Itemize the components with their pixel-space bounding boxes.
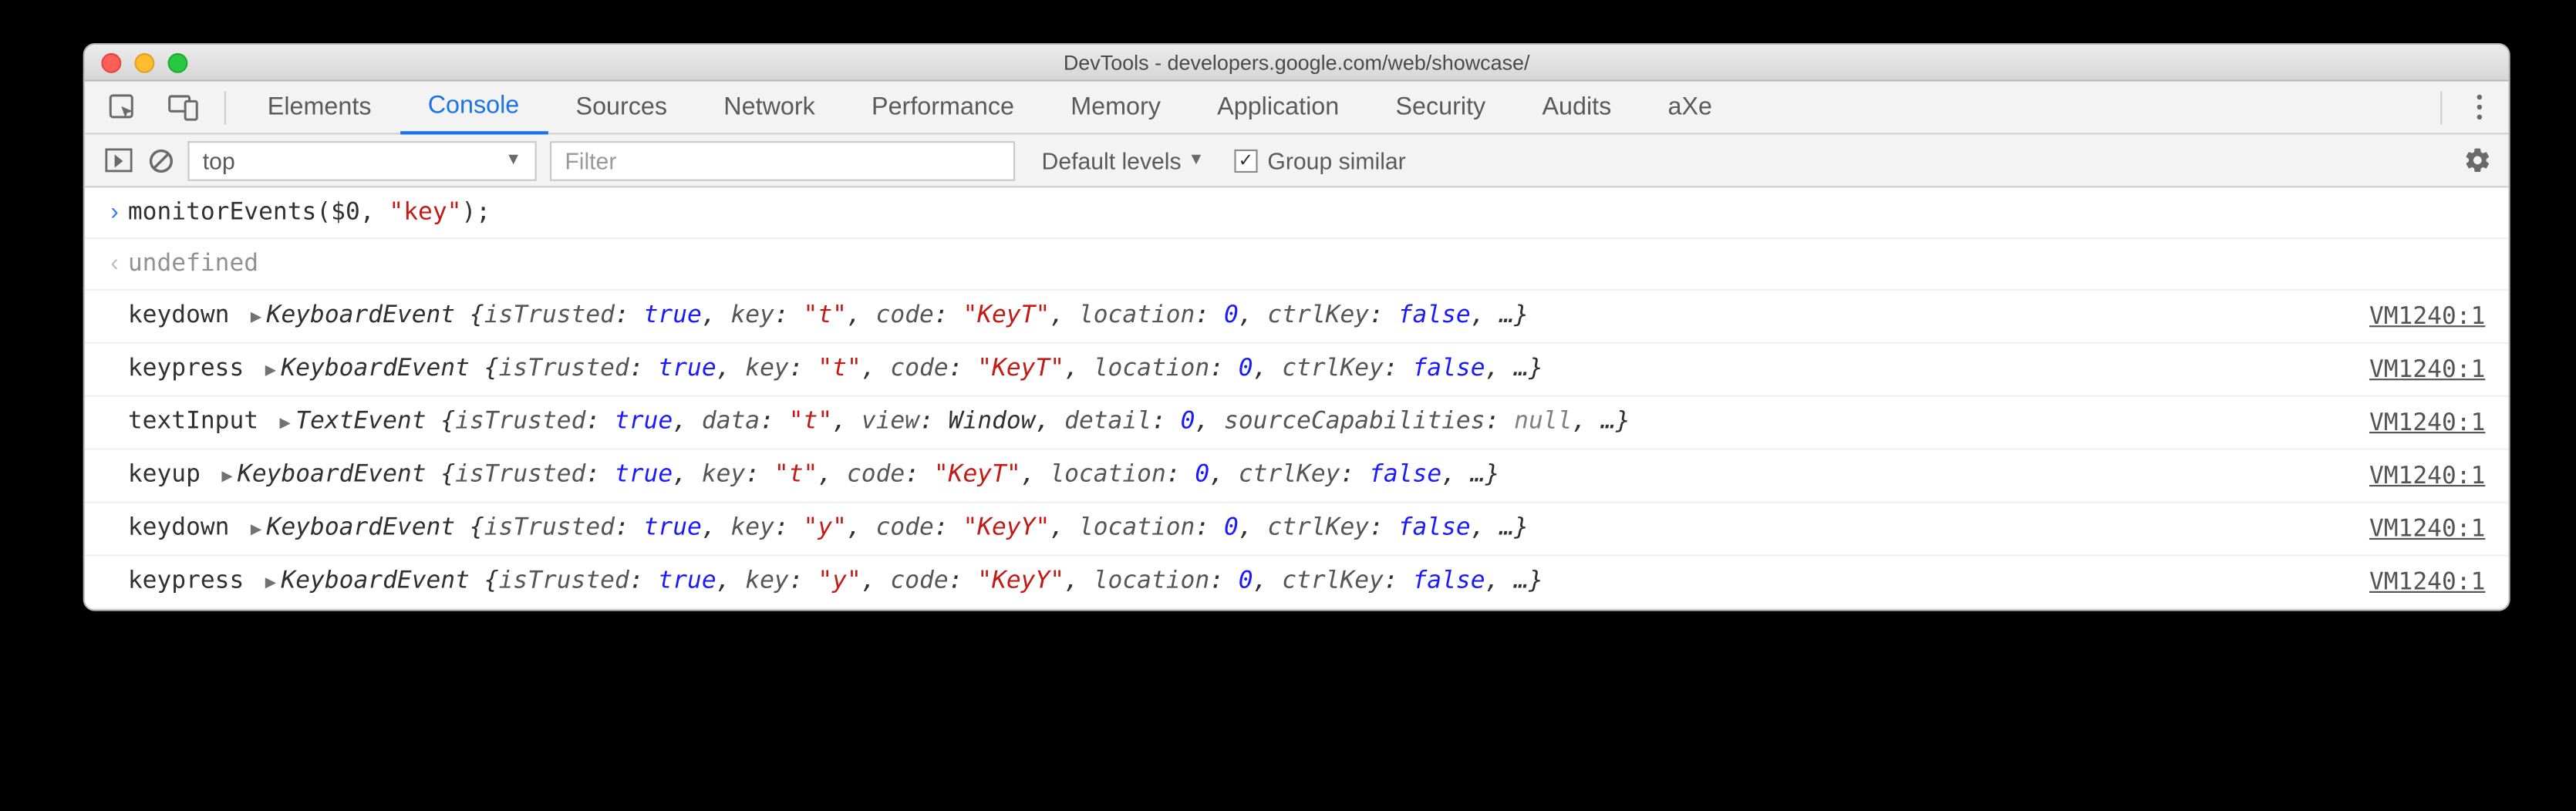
console-output: › monitorEvents($0, "key"); ‹ undefined … [85,187,2509,609]
console-input-text: monitorEvents($0, "key"); [128,194,2486,231]
console-input-row[interactable]: › monitorEvents($0, "key"); [85,187,2509,239]
console-toolbar: top ▼ Default levels ▼ ✓ Group similar [85,134,2509,187]
source-link[interactable]: VM1240:1 [2369,457,2485,493]
disclosure-triangle-icon[interactable]: ▶ [273,412,295,433]
group-similar-toggle[interactable]: ✓ Group similar [1218,147,1406,173]
context-selector[interactable]: top ▼ [187,140,536,180]
event-type-label: textInput [128,409,273,435]
object-class-name: KeyboardEvent [267,302,470,328]
source-link[interactable]: VM1240:1 [2369,352,2485,388]
clear-console-icon[interactable] [148,147,174,173]
tab-application[interactable]: Application [1189,80,1367,133]
disclosure-triangle-icon[interactable]: ▶ [258,571,281,593]
prompt-icon: › [101,194,127,231]
log-content: keypress ▶KeyboardEvent {isTrusted: true… [128,350,2369,389]
source-link[interactable]: VM1240:1 [2369,564,2485,600]
log-levels-label: Default levels [1042,147,1182,173]
event-type-label: keyup [128,462,215,488]
tab-axe[interactable]: aXe [1640,80,1741,133]
source-link[interactable]: VM1240:1 [2369,298,2485,335]
tab-elements[interactable]: Elements [239,80,400,133]
return-icon: ‹ [101,246,127,282]
source-link[interactable]: VM1240:1 [2369,510,2485,547]
more-menu-button[interactable] [2462,95,2495,119]
tab-console[interactable]: Console [400,80,548,133]
log-content: keypress ▶KeyboardEvent {isTrusted: true… [128,563,2369,601]
event-type-label: keydown [128,515,244,541]
object-class-name: KeyboardEvent [238,462,440,488]
disclosure-triangle-icon[interactable]: ▶ [258,358,281,380]
filter-input[interactable] [550,140,1015,180]
group-similar-label: Group similar [1267,147,1405,173]
source-link[interactable]: VM1240:1 [2369,404,2485,440]
tab-sources[interactable]: Sources [548,80,696,133]
object-class-name: TextEvent [295,409,440,435]
object-class-name: KeyboardEvent [267,515,470,541]
context-selector-value: top [203,147,235,173]
log-content: textInput ▶TextEvent {isTrusted: true, d… [128,403,2369,442]
tab-audits[interactable]: Audits [1514,80,1640,133]
tab-memory[interactable]: Memory [1043,80,1189,133]
disclosure-triangle-icon[interactable]: ▶ [244,518,266,540]
tab-security[interactable]: Security [1367,80,1514,133]
chevron-down-icon: ▼ [1188,151,1204,170]
console-return-row: ‹ undefined [85,239,2509,291]
event-type-label: keydown [128,302,244,328]
console-log-row[interactable]: keydown ▶KeyboardEvent {isTrusted: true,… [85,291,2509,344]
separator [2440,90,2442,123]
tab-network[interactable]: Network [696,80,844,133]
settings-icon[interactable] [2463,146,2492,175]
tab-performance[interactable]: Performance [843,80,1042,133]
log-levels-selector[interactable]: Default levels ▼ [1028,147,1204,173]
console-log-row[interactable]: keydown ▶KeyboardEvent {isTrusted: true,… [85,503,2509,557]
checkbox-checked-icon: ✓ [1234,149,1257,172]
execute-icon[interactable] [105,147,135,173]
inspect-element-icon[interactable] [108,93,138,123]
disclosure-triangle-icon[interactable]: ▶ [215,465,238,486]
console-log-row[interactable]: keypress ▶KeyboardEvent {isTrusted: true… [85,344,2509,397]
window-title: DevTools - developers.google.com/web/sho… [85,44,2509,80]
console-log-row[interactable]: keypress ▶KeyboardEvent {isTrusted: true… [85,557,2509,610]
disclosure-triangle-icon[interactable]: ▶ [244,305,266,327]
devtools-window: DevTools - developers.google.com/web/sho… [83,43,2510,611]
event-type-label: keypress [128,355,258,382]
console-log-row[interactable]: keyup ▶KeyboardEvent {isTrusted: true, k… [85,450,2509,503]
panel-tabs: ElementsConsoleSourcesNetworkPerformance… [85,82,2509,135]
chevron-down-icon: ▼ [505,151,521,170]
console-log-row[interactable]: textInput ▶TextEvent {isTrusted: true, d… [85,397,2509,450]
log-content: keydown ▶KeyboardEvent {isTrusted: true,… [128,298,2369,336]
device-toolbar-icon[interactable] [168,93,201,123]
log-content: keydown ▶KeyboardEvent {isTrusted: true,… [128,510,2369,548]
titlebar[interactable]: DevTools - developers.google.com/web/sho… [85,45,2509,81]
object-class-name: KeyboardEvent [281,568,484,594]
separator [224,90,226,123]
event-type-label: keypress [128,568,258,594]
log-content: keyup ▶KeyboardEvent {isTrusted: true, k… [128,456,2369,495]
object-class-name: KeyboardEvent [281,355,484,382]
console-return-value: undefined [128,246,2486,282]
